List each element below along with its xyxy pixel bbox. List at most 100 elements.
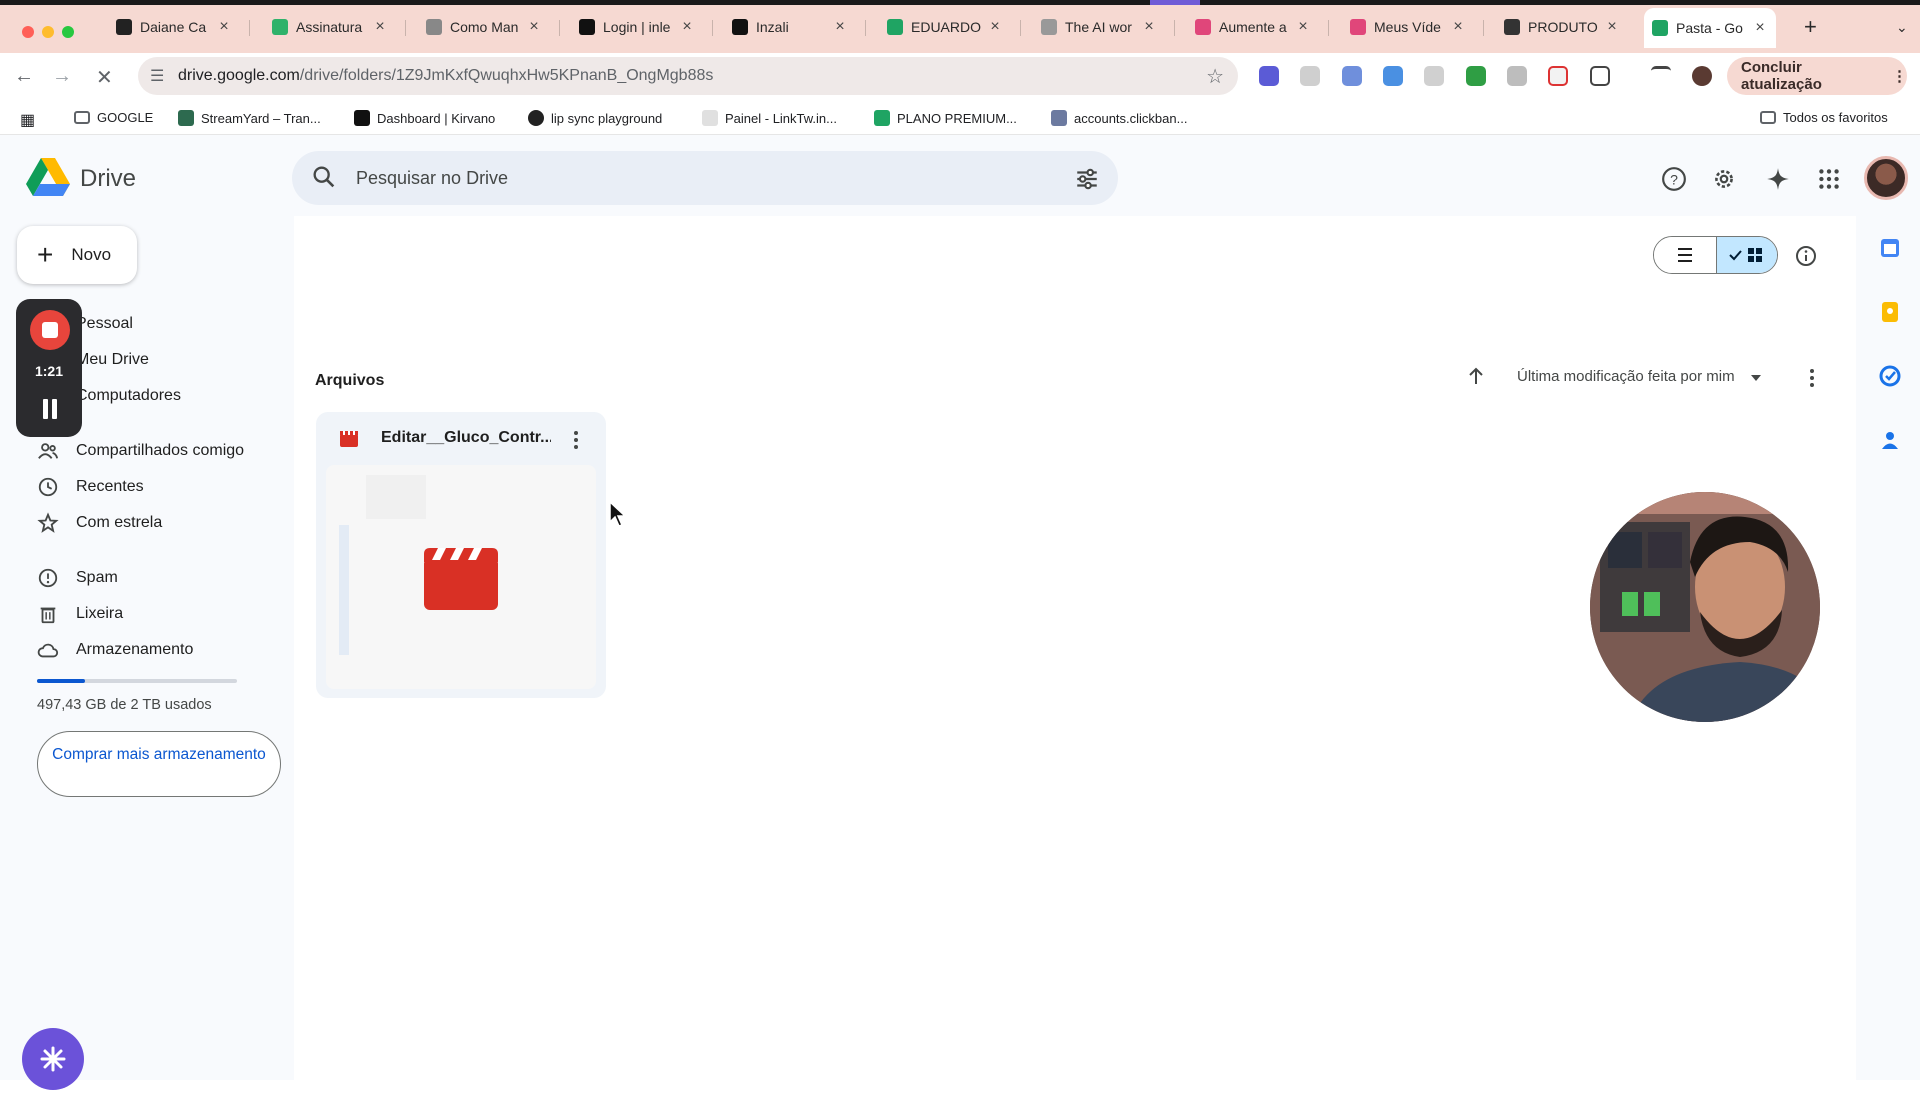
url-text[interactable]: drive.google.com/drive/folders/1Z9JmKxfQ… bbox=[178, 67, 713, 85]
view-toggle[interactable] bbox=[1653, 236, 1778, 274]
search-placeholder[interactable]: Pesquisar no Drive bbox=[356, 168, 508, 189]
sidebar-item-spam[interactable]: Spam bbox=[36, 563, 118, 593]
close-tab-icon[interactable]: × bbox=[372, 18, 388, 36]
close-tab-icon[interactable]: × bbox=[987, 18, 1003, 36]
recording-timer: 1:21 bbox=[34, 363, 64, 379]
sidebar-item-lixeira[interactable]: Lixeira bbox=[36, 599, 123, 629]
browser-tab[interactable]: PRODUTO × bbox=[1496, 10, 1628, 44]
forward-button[interactable]: → bbox=[52, 65, 72, 88]
extension-icon[interactable] bbox=[1342, 66, 1362, 86]
file-name[interactable]: Editar__Gluco_Contr... bbox=[381, 429, 551, 447]
pause-icon[interactable] bbox=[42, 399, 58, 419]
bookmark-item[interactable]: Dashboard | Kirvano bbox=[354, 110, 495, 126]
sidebar-item-compartilhados-comigo[interactable]: Compartilhados comigo bbox=[36, 436, 244, 466]
bookmark-item[interactable]: GOOGLE bbox=[74, 110, 153, 125]
extension-icon[interactable] bbox=[1507, 66, 1527, 86]
bookmark-star-icon[interactable]: ☆ bbox=[1206, 64, 1224, 89]
new-tab-button[interactable]: + bbox=[1796, 10, 1825, 44]
media-controls-icon[interactable] bbox=[1651, 66, 1671, 86]
sort-direction-icon[interactable] bbox=[1464, 364, 1488, 388]
close-tab-icon[interactable]: × bbox=[832, 18, 848, 36]
record-extension-icon[interactable] bbox=[1548, 66, 1568, 86]
contacts-icon[interactable] bbox=[1878, 428, 1902, 452]
tab-separator bbox=[559, 20, 560, 36]
close-tab-icon[interactable]: × bbox=[1604, 18, 1620, 36]
close-tab-icon[interactable]: × bbox=[1295, 18, 1311, 36]
close-tab-icon[interactable]: × bbox=[1450, 18, 1466, 36]
buy-storage-button[interactable]: Comprar mais armazenamento bbox=[37, 731, 281, 797]
maximize-window-button[interactable] bbox=[62, 26, 74, 38]
extension-icon[interactable] bbox=[1300, 66, 1320, 86]
tab-search-chevron-icon[interactable]: ⌄ bbox=[1888, 10, 1916, 44]
browser-tab[interactable]: Meus Víde × bbox=[1342, 10, 1474, 44]
gemini-sparkle-icon[interactable] bbox=[1765, 166, 1791, 192]
stop-loading-button[interactable]: ✕ bbox=[96, 65, 113, 90]
bookmark-item[interactable]: StreamYard – Tran... bbox=[178, 110, 321, 126]
list-view-button[interactable] bbox=[1654, 237, 1716, 273]
chevron-down-icon[interactable] bbox=[1749, 371, 1763, 385]
browser-tab[interactable]: Como Man × bbox=[418, 10, 550, 44]
settings-gear-icon[interactable] bbox=[1711, 166, 1737, 192]
browser-tab[interactable]: Aumente a × bbox=[1187, 10, 1319, 44]
file-more-vert-icon[interactable] bbox=[570, 428, 582, 452]
sidebar-item-recentes[interactable]: Recentes bbox=[36, 472, 144, 502]
browser-tab[interactable]: Inzali × bbox=[724, 10, 856, 44]
tab-label: Como Man bbox=[450, 19, 519, 35]
folder-icon bbox=[1760, 111, 1776, 124]
close-tab-icon[interactable]: × bbox=[526, 18, 542, 36]
minimize-window-button[interactable] bbox=[42, 26, 54, 38]
apps-grid-icon[interactable] bbox=[1816, 166, 1842, 192]
grid-view-button[interactable] bbox=[1716, 237, 1777, 273]
puzzle-icon[interactable] bbox=[1590, 66, 1610, 86]
bookmark-item[interactable]: PLANO PREMIUM... bbox=[874, 110, 1017, 126]
extension-icon[interactable] bbox=[1259, 66, 1279, 86]
tasks-icon[interactable] bbox=[1878, 364, 1902, 388]
sidebar-item-label: Recentes bbox=[76, 478, 144, 495]
sort-by-dropdown[interactable]: Última modificação feita por mim bbox=[1517, 368, 1735, 385]
search-bar[interactable]: Pesquisar no Drive bbox=[292, 151, 1118, 205]
close-tab-icon[interactable]: × bbox=[679, 18, 695, 36]
bookmark-item[interactable]: lip sync playground bbox=[528, 110, 662, 126]
close-tab-icon[interactable]: × bbox=[216, 18, 232, 36]
browser-tab[interactable]: Assinatura × bbox=[264, 10, 396, 44]
back-button[interactable]: ← bbox=[14, 65, 34, 88]
account-avatar[interactable] bbox=[1864, 156, 1908, 200]
info-icon[interactable] bbox=[1794, 244, 1818, 268]
help-icon[interactable]: ? bbox=[1661, 166, 1687, 192]
search-icon[interactable] bbox=[310, 163, 338, 191]
storage-bar-fill bbox=[37, 679, 85, 683]
extension-icon[interactable] bbox=[1383, 66, 1403, 86]
site-settings-icon[interactable]: ☰ bbox=[150, 66, 164, 86]
extension-icon[interactable] bbox=[1424, 66, 1444, 86]
drive-logo-icon[interactable] bbox=[26, 158, 70, 196]
browser-tab[interactable]: Pasta - Go × bbox=[1644, 8, 1776, 48]
star-icon bbox=[36, 511, 60, 535]
plus-icon: + bbox=[37, 239, 54, 270]
close-window-button[interactable] bbox=[22, 26, 34, 38]
extension-icon[interactable] bbox=[1466, 66, 1486, 86]
filter-options-icon[interactable] bbox=[1074, 166, 1100, 192]
assistant-fab[interactable] bbox=[22, 1028, 84, 1090]
sidebar-item-com-estrela[interactable]: Com estrela bbox=[36, 508, 162, 538]
browser-tab[interactable]: Login | inle × bbox=[571, 10, 703, 44]
browser-tab[interactable]: EDUARDO × bbox=[879, 10, 1011, 44]
profile-avatar[interactable] bbox=[1692, 66, 1712, 86]
new-button[interactable]: + Novo bbox=[17, 226, 137, 284]
more-vert-icon[interactable]: ⋮ bbox=[1892, 67, 1907, 85]
sidebar-item-armazenamento[interactable]: Armazenamento bbox=[36, 635, 193, 665]
browser-tab[interactable]: Daiane Ca × bbox=[108, 10, 240, 44]
all-bookmarks-button[interactable]: Todos os favoritos bbox=[1760, 110, 1888, 125]
apps-icon[interactable]: ▦ bbox=[20, 110, 35, 130]
stop-recording-button[interactable] bbox=[30, 310, 70, 350]
bookmark-item[interactable]: Painel - LinkTw.in... bbox=[702, 110, 837, 126]
keep-icon[interactable] bbox=[1878, 300, 1902, 324]
close-tab-icon[interactable]: × bbox=[1141, 18, 1157, 36]
more-vert-icon[interactable] bbox=[1806, 366, 1818, 390]
mouse-cursor-icon bbox=[609, 500, 627, 527]
close-tab-icon[interactable]: × bbox=[1752, 19, 1768, 37]
update-button[interactable]: Concluir atualização ⋮ bbox=[1727, 57, 1907, 95]
calendar-icon[interactable] bbox=[1878, 236, 1902, 260]
bookmark-item[interactable]: accounts.clickban... bbox=[1051, 110, 1187, 126]
address-bar[interactable]: ☰ drive.google.com/drive/folders/1Z9JmKx… bbox=[138, 57, 1238, 95]
browser-tab[interactable]: The AI wor × bbox=[1033, 10, 1165, 44]
